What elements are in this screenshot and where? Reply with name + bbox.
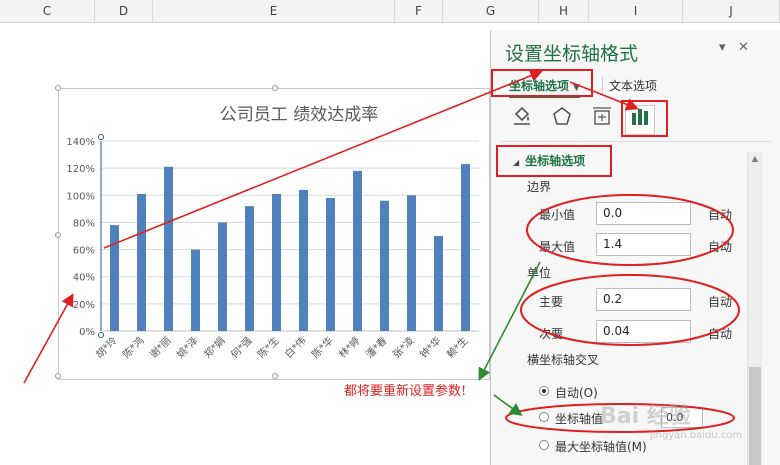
y-tick-label: 0% xyxy=(79,327,95,338)
x-tick-label: 钟*华 xyxy=(417,334,444,361)
max-bound-label: 最大值 xyxy=(539,240,576,254)
x-tick-label: 姚*泽 xyxy=(174,334,201,361)
watermark-url: jingyan.baidu.com xyxy=(650,430,743,441)
radio-cross-auto[interactable] xyxy=(539,386,549,396)
x-tick-label: 胡*玲 xyxy=(93,334,120,361)
bar xyxy=(164,166,173,331)
minor-auto-button[interactable]: 自动 xyxy=(708,325,732,342)
radio-cross-value[interactable] xyxy=(539,412,549,422)
radio-cross-max-label[interactable]: 最大坐标轴值(M) xyxy=(555,438,647,455)
bar xyxy=(326,198,335,331)
column-header-e[interactable]: E xyxy=(153,0,395,22)
major-auto-button[interactable]: 自动 xyxy=(708,293,732,310)
bar xyxy=(191,249,200,331)
x-tick-label: 白*伟 xyxy=(282,334,309,361)
radio-cross-value-label[interactable]: 坐标轴值 xyxy=(555,410,603,427)
major-unit-input[interactable]: 0.2 xyxy=(596,288,691,311)
x-tick-label: 赖*生 xyxy=(444,334,471,361)
column-header-g[interactable]: G xyxy=(443,0,539,22)
bounds-heading: 边界 xyxy=(527,180,552,194)
section-axis-options[interactable]: ◢ 坐标轴选项 xyxy=(513,152,585,169)
column-header-j[interactable]: J xyxy=(683,0,780,22)
bar xyxy=(434,236,443,331)
tab-text-options[interactable]: 文本选项 xyxy=(602,77,657,94)
size-properties-icon[interactable] xyxy=(587,105,617,135)
x-tick-label: 陈*华 xyxy=(309,334,336,361)
collapse-triangle-icon: ◢ xyxy=(513,158,520,167)
column-header-h[interactable]: H xyxy=(539,0,589,22)
min-bound-label: 最小值 xyxy=(539,208,576,222)
bar xyxy=(461,164,470,331)
x-tick-label: 潘*春 xyxy=(363,335,389,361)
max-auto-button[interactable]: 自动 xyxy=(708,238,732,255)
column-header-bar: C D E F G H I J xyxy=(0,0,780,23)
watermark-logo: Bai 经验 xyxy=(600,404,691,429)
column-header-d[interactable]: D xyxy=(95,0,153,22)
bar-chart-icon[interactable] xyxy=(625,105,655,135)
close-icon[interactable]: ✕ xyxy=(738,40,749,55)
x-tick-label: 陈*鸿 xyxy=(120,334,147,361)
bar xyxy=(110,225,119,331)
y-tick-label: 120% xyxy=(66,164,95,175)
bar xyxy=(245,206,254,331)
bar xyxy=(137,193,146,331)
pane-scrollbar[interactable]: ▲ xyxy=(747,152,762,465)
min-auto-button[interactable]: 自动 xyxy=(708,206,732,223)
axis-selection-handle xyxy=(98,332,104,338)
x-tick-label: 郑*娟 xyxy=(201,334,228,361)
y-tick-label: 60% xyxy=(73,246,95,257)
max-bound-input[interactable]: 1.4 xyxy=(596,233,691,256)
x-tick-label: 张*凌 xyxy=(390,334,417,361)
chart-object[interactable]: 公司员工 绩效达成率 0% 20% 40% 60% 80% 100% 120% 140% 胡*玲… xyxy=(55,85,490,380)
units-heading: 单位 xyxy=(527,266,552,280)
bar xyxy=(272,193,281,331)
scrollbar-thumb[interactable] xyxy=(749,367,761,465)
x-tick-label: 林*婷 xyxy=(336,334,363,361)
divider xyxy=(501,141,771,142)
axis-selection-handle xyxy=(98,134,104,140)
paint-bucket-icon[interactable] xyxy=(507,105,537,135)
column-header-f[interactable]: F xyxy=(395,0,443,22)
column-header-i[interactable]: I xyxy=(589,0,683,22)
pane-options-icon[interactable]: ▾ xyxy=(719,40,726,55)
pentagon-icon[interactable] xyxy=(547,105,577,135)
x-tick-label: 何*强 xyxy=(228,334,255,361)
min-bound-input[interactable]: 0.0 xyxy=(596,202,691,225)
tab-axis-options-label: 坐标轴选项 xyxy=(509,79,570,93)
radio-cross-max[interactable] xyxy=(539,440,549,450)
tab-axis-options[interactable]: 坐标轴选项 ▼ xyxy=(509,77,580,98)
y-tick-label: 100% xyxy=(66,191,95,202)
major-unit-label: 主要 xyxy=(539,295,564,309)
chevron-down-icon[interactable]: ▼ xyxy=(573,83,580,93)
axis-cross-heading: 横坐标轴交叉 xyxy=(527,353,600,367)
y-tick-label: 40% xyxy=(73,273,95,284)
scroll-up-icon[interactable]: ▲ xyxy=(748,154,762,163)
x-tick-label: 陈*生 xyxy=(255,334,282,361)
bar xyxy=(299,189,308,331)
minor-unit-label: 次要 xyxy=(539,327,564,341)
bar xyxy=(353,170,362,331)
minor-unit-input[interactable]: 0.04 xyxy=(596,320,691,343)
column-header-c[interactable]: C xyxy=(0,0,95,22)
bar-chart-plot: 0% 20% 40% 60% 80% 100% 120% 140% 胡*玲 陈*鸿 谢*丽 姚*泽 郑*… xyxy=(66,134,479,361)
annotation-text: 都将要重新设置参数! xyxy=(344,384,467,399)
bar xyxy=(407,195,416,331)
section-axis-options-label: 坐标轴选项 xyxy=(525,154,586,168)
radio-cross-auto-label[interactable]: 自动(O) xyxy=(555,384,598,401)
y-tick-label: 140% xyxy=(66,137,95,148)
y-tick-label: 80% xyxy=(73,218,95,229)
bar xyxy=(218,222,227,331)
x-tick-label: 谢*丽 xyxy=(147,334,174,361)
pane-title: 设置坐标轴格式 xyxy=(505,43,639,65)
bar xyxy=(380,200,389,331)
y-tick-label: 20% xyxy=(73,300,95,311)
